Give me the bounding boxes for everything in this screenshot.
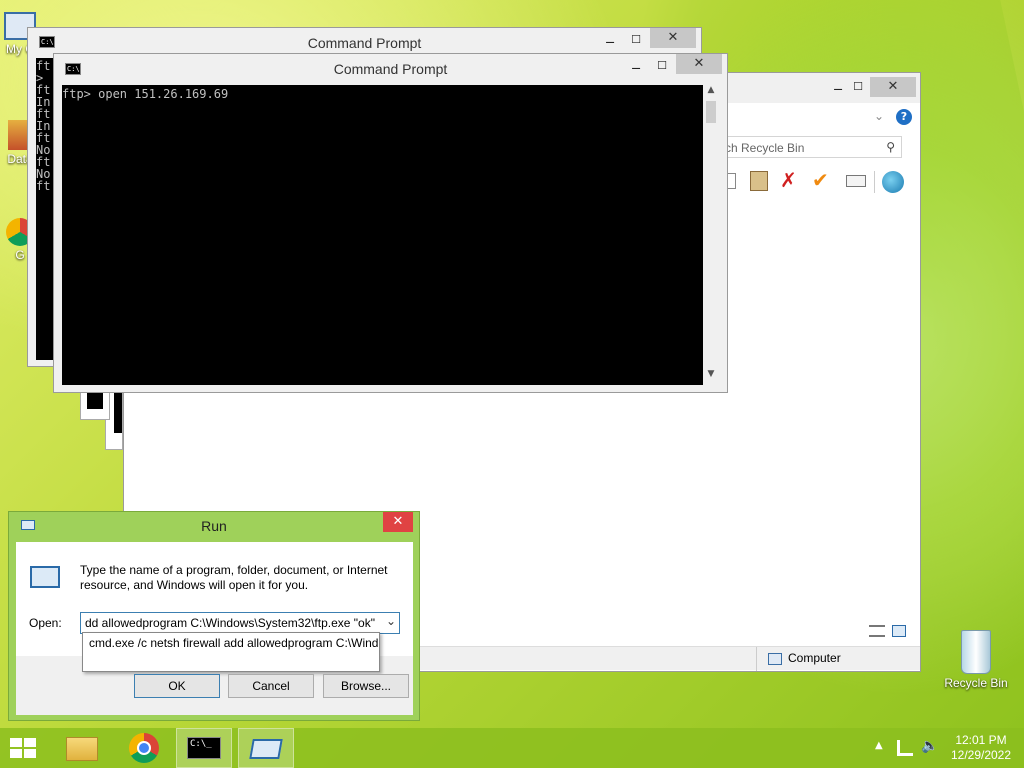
cancel-button[interactable]: Cancel [228,674,314,698]
network-icon[interactable] [897,740,913,756]
run-dialog[interactable]: Run ✕ Type the name of a program, folder… [8,511,420,721]
close-button[interactable]: ✕ [676,54,722,74]
search-icon: ⚲ [886,140,895,154]
close-button[interactable]: ✕ [650,28,696,48]
clock-date: 12/29/2022 [950,748,1012,762]
console-line: ftp> open 151.26.169.69 [62,87,229,101]
browse-button[interactable]: Browse... [323,674,409,698]
globe-icon[interactable] [882,171,904,193]
divider [874,171,875,193]
clock[interactable]: 12:01 PM 12/29/2022 [945,733,1017,763]
run-icon [249,739,283,759]
window-stack-shadow [80,390,110,420]
show-hidden-icons-button[interactable]: ▲ [875,740,883,751]
run-program-icon [30,566,60,588]
large-icons-view-icon[interactable] [892,625,906,637]
scroll-up-icon[interactable]: ▲ [703,85,719,101]
delete-icon[interactable]: ✗ [780,169,797,191]
cmd-icon: C:\_ [187,737,221,759]
clock-time: 12:01 PM [955,733,1007,747]
minimize-button[interactable]: ⚊ [622,56,650,76]
autocomplete-item[interactable]: cmd.exe /c netsh firewall add allowedpro… [89,636,379,650]
folder-icon [66,737,98,761]
help-icon[interactable]: ? [896,109,912,125]
status-location: Computer [788,651,841,665]
desktop-icon-recycle-bin[interactable]: Recycle Bin [940,630,1012,690]
scroll-down-icon[interactable]: ▼ [703,369,719,385]
taskbar-chrome[interactable] [116,728,172,768]
recycle-bin-icon [961,630,991,674]
status-bar: Computer [420,646,920,671]
search-placeholder: rch Recycle Bin [721,141,805,155]
console-output[interactable]: ftp> open 151.26.169.69 [62,85,703,385]
maximize-button[interactable]: ☐ [844,77,872,97]
clipboard-icon[interactable] [750,171,768,191]
close-button[interactable]: ✕ [870,77,916,97]
open-label: Open: [29,616,62,630]
start-button[interactable] [8,736,38,760]
open-input[interactable]: dd allowedprogram C:\Windows\System32\ft… [80,612,400,634]
status-divider [756,647,757,671]
taskbar-file-explorer[interactable] [54,728,110,768]
cmd-window-front[interactable]: C:\ Command Prompt ⚊ ☐ ✕ ftp> open 151.2… [53,53,728,393]
minimize-button[interactable]: ⚊ [596,30,624,50]
scroll-thumb[interactable] [706,101,716,123]
search-input[interactable]: rch Recycle Bin ⚲ [714,136,902,158]
ok-button[interactable]: OK [134,674,220,698]
taskbar-run[interactable] [238,728,294,768]
chevron-down-icon[interactable]: ⌄ [874,109,884,123]
desktop-icon-label: G [15,248,25,262]
chrome-icon [129,733,159,763]
open-input-value: dd allowedprogram C:\Windows\System32\ft… [85,616,375,630]
close-button[interactable]: ✕ [383,512,413,532]
taskbar-command-prompt[interactable]: C:\_ [176,728,232,768]
toolbar: ✗ ✔ [724,169,914,195]
scrollbar[interactable]: ▲ ▼ [703,85,719,385]
dialog-title: Run [201,518,227,534]
details-view-icon[interactable] [869,625,885,637]
run-description: Type the name of a program, folder, docu… [80,563,388,592]
taskbar: C:\_ ▲ 🔈 12:01 PM 12/29/2022 [0,728,1024,768]
computer-icon [768,653,782,665]
checkmark-icon[interactable]: ✔ [812,169,829,191]
autocomplete-popup[interactable]: cmd.exe /c netsh firewall add allowedpro… [82,632,380,672]
dropdown-chevron-icon[interactable]: ⌄ [386,614,396,628]
properties-icon[interactable] [846,175,866,187]
maximize-button[interactable]: ☐ [648,56,676,76]
maximize-button[interactable]: ☐ [622,30,650,50]
windows-logo-icon [10,738,36,758]
desktop-icon-label: Recycle Bin [944,676,1008,690]
volume-icon[interactable]: 🔈 [921,738,938,754]
